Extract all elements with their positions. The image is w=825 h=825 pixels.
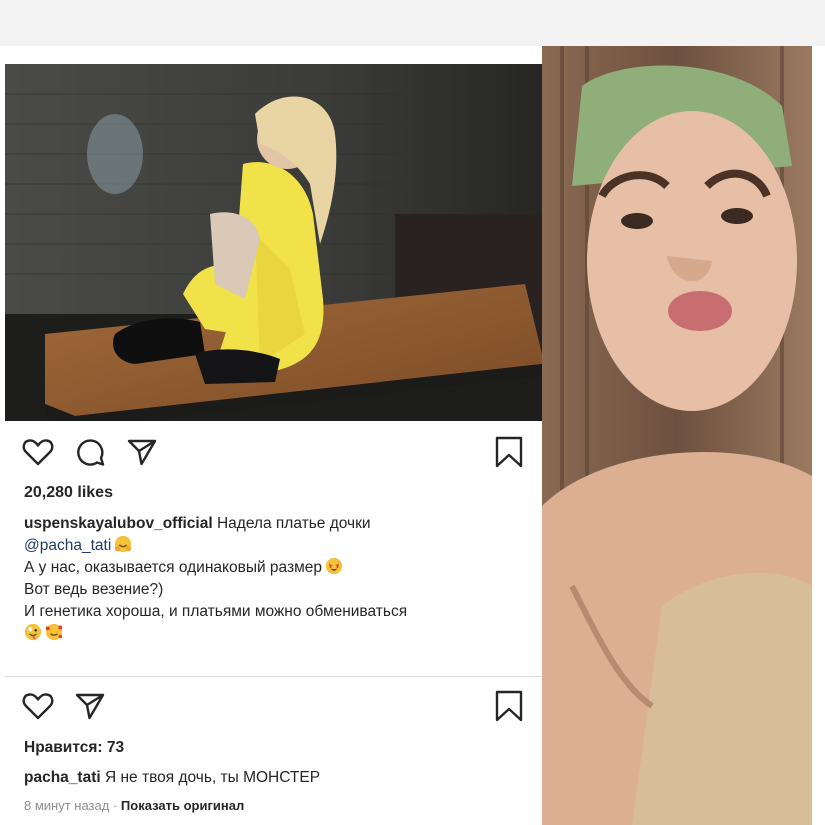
comment-time: 8 минут назад [24,798,110,813]
caption-text-2: А у нас, оказывается одинаковый размер [24,559,322,576]
smiling-face-hearts-emoji-icon [45,623,63,641]
caption-text-4: И генетика хороша, и платьями можно обме… [24,603,408,620]
comment: pacha_tati Я не твоя дочь, ты МОНСТЕР [24,769,320,787]
comment-text: Я не твоя дочь, ты МОНСТЕР [104,769,321,786]
caption-mention[interactable]: @pacha_tati [24,537,111,554]
likes-count-ru[interactable]: Нравится: 73 [24,739,124,757]
caption-text-1: Надела платье дочки [216,515,371,532]
hugging-face-emoji-icon [115,535,132,553]
post-photo-illustration [5,64,542,421]
selfie-photo[interactable] [542,46,812,825]
top-bar [0,0,825,46]
caption-username[interactable]: uspenskayalubov_official [24,515,213,532]
bookmark-icon[interactable] [494,436,524,468]
share-icon[interactable] [74,690,106,722]
show-original-link[interactable]: Показать оригинал [121,798,244,813]
comment-icon[interactable] [74,436,106,468]
zany-face-emoji-icon [24,623,42,641]
caption-text-3: Вот ведь везение?) [24,581,164,598]
section-divider [5,676,542,677]
heart-icon[interactable] [22,436,54,468]
likes-count[interactable]: 20,280 likes [24,484,113,502]
comment-username[interactable]: pacha_tati [24,769,101,786]
comment-meta: 8 минут назад · Показать оригинал [24,798,244,813]
meta-separator: · [112,798,118,813]
heart-icon[interactable] [22,690,54,722]
star-struck-emoji-icon [325,557,343,575]
selfie-illustration [542,46,812,825]
post-caption: uspenskayalubov_official Надела платье д… [24,513,524,645]
post-photo[interactable] [5,64,542,421]
bookmark-icon[interactable] [494,690,524,722]
share-icon[interactable] [126,436,158,468]
